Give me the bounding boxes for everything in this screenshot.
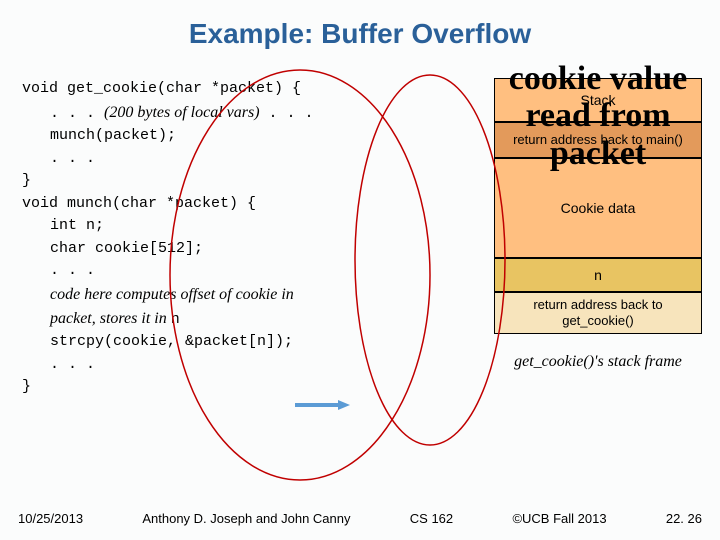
code-comment: packet, stores it in n [22, 307, 314, 332]
code-block: void get_cookie(char *packet) { . . . (2… [22, 78, 314, 399]
stack-diagram: Stack return address back to main() Cook… [494, 78, 702, 390]
code-comment: code here computes offset of cookie in [22, 283, 314, 307]
footer-copyright: ©UCB Fall 2013 [512, 511, 606, 526]
code-line: void get_cookie(char *packet) { [22, 78, 314, 101]
code-line: munch(packet); [22, 125, 314, 148]
stack-frame-label: get_cookie()'s stack frame [494, 334, 702, 390]
code-line: } [22, 170, 314, 193]
footer-date: 10/25/2013 [18, 511, 83, 526]
slide-footer: 10/25/2013 Anthony D. Joseph and John Ca… [18, 511, 702, 526]
code-line: strcpy(cookie, &packet[n]); [22, 331, 314, 354]
footer-slide-number: 22. 26 [666, 511, 702, 526]
footer-course: CS 162 [410, 511, 453, 526]
code-line: int n; [22, 215, 314, 238]
slide-title: Example: Buffer Overflow [0, 0, 720, 50]
footer-authors: Anthony D. Joseph and John Canny [142, 511, 350, 526]
stack-return-main: return address back to main() [494, 122, 702, 158]
code-line: } [22, 376, 314, 399]
stack-n: n [494, 258, 702, 292]
code-line: void munch(char *packet) { [22, 193, 314, 216]
code-line: char cookie[512]; [22, 238, 314, 261]
code-line: . . . (200 bytes of local vars) . . . [22, 101, 314, 126]
code-line: . . . [22, 148, 314, 171]
arrow-icon [295, 400, 350, 410]
code-line: . . . [22, 260, 314, 283]
stack-cookie-data: Cookie data [494, 158, 702, 258]
code-line: . . . [22, 354, 314, 377]
stack-return-getcookie: return address back to get_cookie() [494, 292, 702, 334]
stack-label-box: Stack [494, 78, 702, 122]
